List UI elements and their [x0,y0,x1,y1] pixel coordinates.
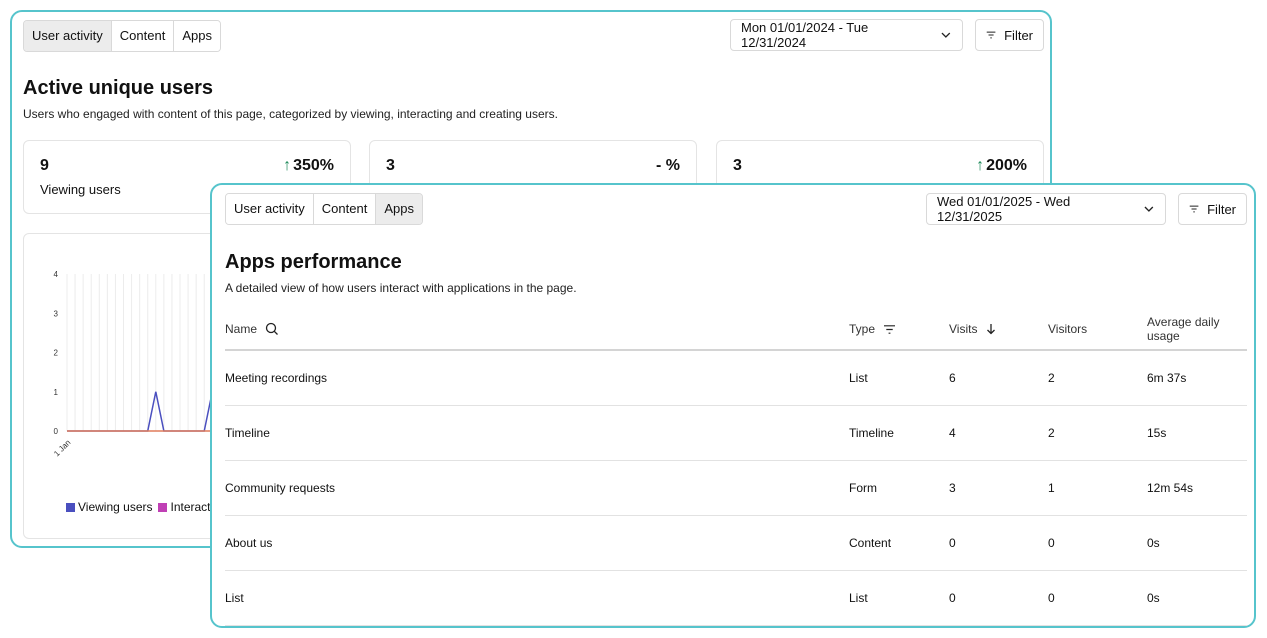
stat-value: 3 [733,157,742,174]
cell-average-daily-usage: 0s [1147,515,1247,571]
stat-value: 9 [40,157,49,174]
page-title: Active unique users [23,77,214,99]
filter-icon [986,31,996,39]
stat-change-value: 350% [293,157,334,174]
sort-descending-icon [987,324,996,335]
y-tick-label: 4 [54,270,59,279]
cell-type: Timeline [849,405,949,461]
cell-type: Content [849,515,949,571]
filter-icon [1189,205,1199,213]
cell-name: List [225,570,849,626]
stat-value: 3 [386,157,395,174]
table-header-row: Name Type Visits Visitors Average daily … [225,309,1247,351]
stat-change: ↑ 350% [283,157,334,175]
stat-change-value: - % [656,157,680,174]
cell-name: About us [225,515,849,571]
apps-performance-panel: User activity Content Apps Wed 01/01/202… [210,183,1256,628]
column-label: Name [225,322,258,336]
stat-change-value: 200% [986,157,1027,174]
table-row[interactable]: About us Content 0 0 0s [225,515,1247,571]
cell-name: Timeline [225,405,849,461]
tab-content[interactable]: Content [111,21,175,51]
tab-content[interactable]: Content [313,194,377,224]
y-tick-label: 3 [54,309,59,318]
cell-visitors: 1 [1048,460,1147,516]
tab-bar: User activity Content Apps [23,20,221,52]
cell-type: Form [849,460,949,516]
column-header-average-daily-usage[interactable]: Average daily usage [1147,309,1247,351]
cell-type: List [849,350,949,406]
date-range-label: Wed 01/01/2025 - Wed 12/31/2025 [937,194,1071,224]
apps-table: Name Type Visits Visitors Average daily … [225,309,1247,626]
cell-visits: 0 [949,515,1048,571]
chevron-down-icon [1144,206,1154,212]
cell-visitors: 2 [1048,350,1147,406]
table-row[interactable]: Timeline Timeline 4 2 15s [225,405,1247,461]
tab-apps[interactable]: Apps [376,194,422,224]
filter-label: Filter [1207,201,1236,217]
table-row[interactable]: Meeting recordings List 6 2 6m 37s [225,350,1247,406]
date-range-picker[interactable]: Wed 01/01/2025 - Wed 12/31/2025 [926,193,1166,225]
column-header-type[interactable]: Type [849,309,949,351]
cell-name: Community requests [225,460,849,516]
column-header-name: Name [225,309,849,351]
tab-user-activity[interactable]: User activity [24,21,112,51]
stat-change: ↑ 200% [976,157,1027,175]
filter-button[interactable]: Filter [975,19,1044,51]
legend-swatch-viewing [66,502,75,512]
stat-change: - % [654,157,680,175]
legend-label-viewing: Viewing users [78,500,153,514]
y-tick-label: 1 [54,388,59,397]
page-description: A detailed view of how users interact wi… [225,281,577,295]
arrow-up-icon: ↑ [283,157,292,174]
tab-user-activity[interactable]: User activity [226,194,314,224]
cell-type: List [849,570,949,626]
arrow-up-icon: ↑ [976,157,985,174]
filter-icon [884,324,896,334]
cell-visitors: 0 [1048,515,1147,571]
search-icon[interactable] [265,322,279,336]
y-tick-label: 0 [54,427,59,436]
chart-legend: Viewing users Interactin [66,500,220,514]
filter-button[interactable]: Filter [1178,193,1247,225]
cell-average-daily-usage: 0s [1147,570,1247,626]
cell-visits: 6 [949,350,1048,406]
chevron-down-icon [941,32,951,38]
column-header-visitors[interactable]: Visitors [1048,309,1147,351]
cell-visitors: 0 [1048,570,1147,626]
table-row[interactable]: List List 0 0 0s [225,570,1247,626]
column-label: Visitors [1048,322,1088,336]
page-description: Users who engaged with content of this p… [23,107,558,121]
filter-label: Filter [1004,27,1033,43]
column-label: Average daily usage [1147,315,1220,343]
cell-visits: 4 [949,405,1048,461]
date-range-label: Mon 01/01/2024 - Tue 12/31/2024 [741,20,869,50]
cell-visits: 0 [949,570,1048,626]
page-title: Apps performance [225,251,402,273]
date-range-picker[interactable]: Mon 01/01/2024 - Tue 12/31/2024 [730,19,963,51]
cell-visitors: 2 [1048,405,1147,461]
y-tick-label: 2 [54,349,59,358]
cell-average-daily-usage: 15s [1147,405,1247,461]
cell-name: Meeting recordings [225,350,849,406]
column-header-visits[interactable]: Visits [949,309,1048,351]
table-row[interactable]: Community requests Form 3 1 12m 54s [225,460,1247,516]
legend-swatch-interacting [158,502,168,512]
column-label: Visits [949,322,978,336]
cell-average-daily-usage: 12m 54s [1147,460,1247,516]
cell-average-daily-usage: 6m 37s [1147,350,1247,406]
stat-label: Viewing users [40,182,121,197]
tab-apps[interactable]: Apps [174,21,220,51]
x-tick-label: 1 Jan [52,438,72,458]
column-label: Type [849,322,876,336]
cell-visits: 3 [949,460,1048,516]
tab-bar: User activity Content Apps [225,193,423,225]
